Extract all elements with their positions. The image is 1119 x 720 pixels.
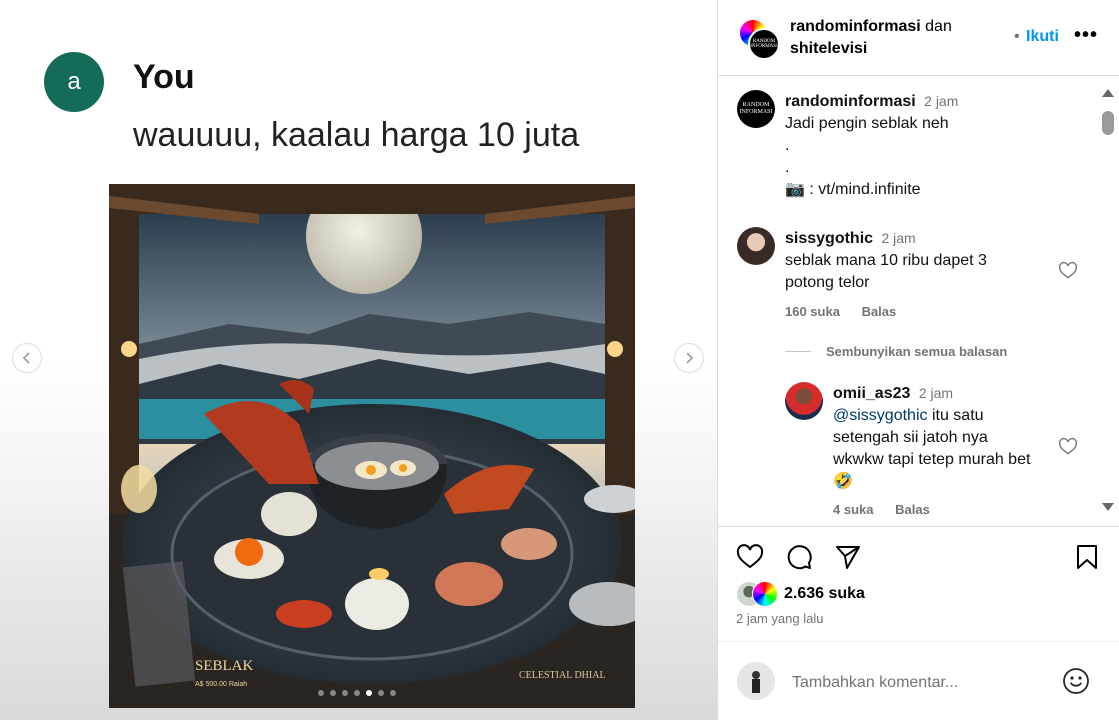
reply-text: wkwkw tapi tetep murah bet — [833, 451, 1031, 468]
bookmark-icon[interactable] — [1073, 543, 1101, 571]
heart-icon[interactable] — [736, 543, 764, 571]
posted-time[interactable]: 2 jam yang lalu — [736, 611, 823, 626]
carousel-dot — [342, 690, 348, 696]
chevron-right-icon — [686, 352, 694, 364]
scroll-down-arrow-icon[interactable] — [1102, 503, 1114, 511]
post-side-panel: RANDOM INFORMASI randominformasi dan shit… — [718, 0, 1119, 720]
next-slide-button[interactable] — [674, 343, 704, 373]
image-price: A$ 500.00 Raiah — [195, 681, 247, 688]
camera-emoji: 📷 — [785, 181, 805, 198]
randominformasi-avatar: RANDOM INFORMASI — [748, 28, 780, 60]
comment-reply-button[interactable]: Balas — [862, 304, 897, 319]
person-silhouette-icon — [737, 662, 775, 700]
mention-link[interactable]: @sissygothic — [833, 407, 928, 424]
comment-text: potong telor — [785, 274, 870, 291]
reply-reply-button[interactable]: Balas — [895, 502, 930, 517]
reply-avatar[interactable] — [785, 382, 823, 420]
caption-dot: . — [785, 137, 790, 154]
carousel-dot — [378, 690, 384, 696]
caption-dot: . — [785, 159, 790, 176]
scroll-up-arrow-icon[interactable] — [1102, 89, 1114, 97]
comment-username[interactable]: sissygothic — [785, 230, 873, 247]
author-link-randominformasi[interactable]: randominformasi — [790, 18, 921, 35]
dot-separator: • — [1014, 28, 1020, 45]
likes-count[interactable]: 2.636 suka — [784, 585, 865, 603]
comment-icon[interactable] — [785, 543, 813, 571]
current-user-avatar — [737, 662, 775, 700]
carousel-dot — [354, 690, 360, 696]
carousel-indicator — [318, 690, 396, 696]
comment-meta: 160 suka Balas — [785, 304, 914, 319]
author-conj: dan — [925, 18, 952, 35]
post-media: a You wauuuu, kaalau harga 10 juta SEBLA… — [0, 0, 718, 720]
comments-scrollbar[interactable] — [1098, 85, 1118, 517]
caption-credit: : vt/mind.infinite — [809, 181, 921, 198]
reply-meta: 4 suka Balas — [833, 502, 948, 517]
reply-text: setengah sii jatoh nya — [833, 429, 988, 446]
comment-time: 2 jam — [881, 230, 916, 246]
input-divider — [718, 641, 1119, 642]
carousel-dot — [318, 690, 324, 696]
actions-divider — [718, 526, 1119, 527]
caption-avatar[interactable]: RANDOM INFORMASI — [737, 90, 775, 128]
caption-block: randominformasi 2 jam Jadi pengin seblak… — [785, 90, 958, 201]
liker-avatar — [752, 581, 778, 607]
caption-username[interactable]: randominformasi — [785, 93, 916, 110]
carousel-dot — [330, 690, 336, 696]
hide-replies-line — [785, 351, 811, 352]
scroll-thumb[interactable] — [1102, 111, 1114, 135]
follow-button[interactable]: Ikuti — [1026, 28, 1059, 46]
comments-list: RANDOM INFORMASI randominformasi 2 jam Ja… — [718, 76, 1098, 526]
comment-block: sissygothic 2 jam seblak mana 10 ribu da… — [785, 227, 987, 294]
carousel-dot — [390, 690, 396, 696]
more-options-button[interactable]: ••• — [1074, 24, 1098, 47]
laughing-emoji: 🤣 — [833, 473, 853, 490]
image-title: SEBLAK — [195, 658, 254, 674]
comment-likes[interactable]: 160 suka — [785, 304, 840, 319]
collab-avatars[interactable]: RANDOM INFORMASI — [738, 18, 780, 60]
heart-icon[interactable] — [1058, 261, 1078, 281]
comment-input[interactable] — [790, 670, 1054, 696]
heart-icon[interactable] — [1058, 437, 1078, 457]
reply-username[interactable]: omii_as23 — [833, 385, 910, 402]
chevron-left-icon — [22, 352, 30, 364]
post-authors: randominformasi dan shitelevisi — [790, 16, 1000, 60]
post-header: RANDOM INFORMASI randominformasi dan shit… — [718, 0, 1119, 76]
carousel-dot — [366, 690, 372, 696]
chat-message: wauuuu, kaalau harga 10 juta — [133, 116, 580, 154]
reply-likes[interactable]: 4 suka — [833, 502, 873, 517]
caption-time: 2 jam — [924, 93, 959, 109]
caption-line: Jadi pengin seblak neh — [785, 115, 949, 132]
prev-slide-button[interactable] — [12, 343, 42, 373]
chat-avatar: a — [44, 52, 104, 112]
author-link-shitelevisi[interactable]: shitelevisi — [790, 40, 867, 57]
reply-text: itu satu — [931, 407, 984, 424]
hide-replies-button[interactable]: Sembunyikan semua balasan — [826, 344, 1007, 359]
send-icon[interactable] — [834, 543, 862, 571]
post-image: SEBLAK A$ 500.00 Raiah CELESTIAL DHIAL — [109, 184, 635, 708]
reply-time: 2 jam — [918, 385, 954, 401]
image-brand: CELESTIAL DHIAL — [519, 670, 606, 681]
seblak-illustration: SEBLAK A$ 500.00 Raiah CELESTIAL DHIAL — [109, 184, 635, 708]
emoji-icon[interactable] — [1062, 667, 1090, 695]
comment-text: seblak mana 10 ribu dapet 3 — [785, 252, 987, 269]
avatar-letter: a — [67, 68, 81, 95]
chat-author: You — [133, 58, 195, 96]
reply-block: omii_as23 2 jam @sissygothic itu satu se… — [833, 382, 1030, 493]
comment-avatar[interactable] — [737, 227, 775, 265]
